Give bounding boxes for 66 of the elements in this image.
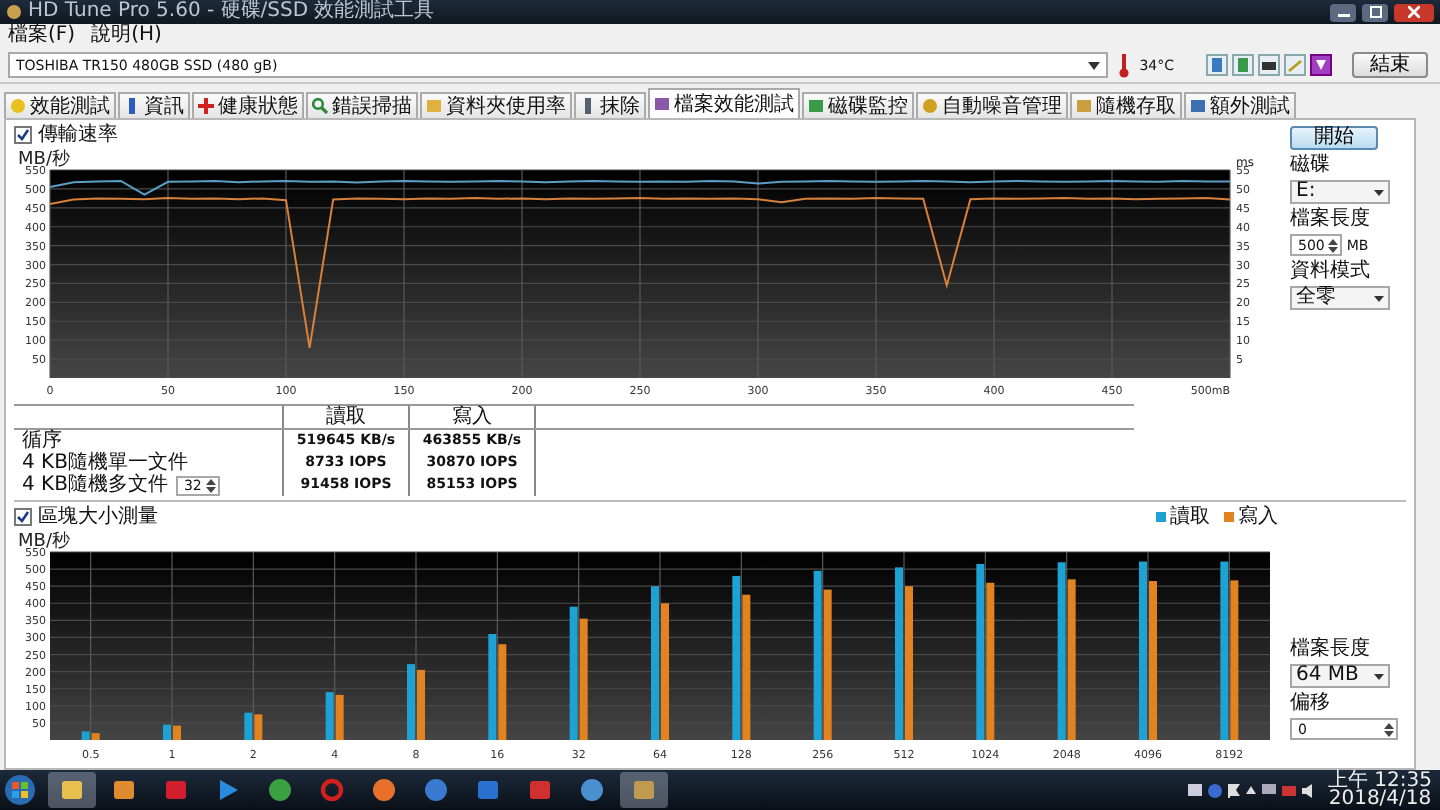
spin-arrows-icon bbox=[205, 477, 216, 493]
menu-item[interactable]: 檔案(F) bbox=[8, 24, 76, 48]
tab[interactable]: 資訊 bbox=[118, 92, 190, 118]
bulb-icon bbox=[10, 98, 26, 114]
spin-arrows-icon bbox=[1328, 237, 1339, 253]
checkbox-label: 傳輸速率 bbox=[38, 123, 118, 145]
field-label: 檔案長度 bbox=[1290, 638, 1372, 660]
tab[interactable]: 資料夾使用率 bbox=[420, 92, 572, 118]
column-header: 寫入 bbox=[410, 406, 536, 428]
field-label: 資料模式 bbox=[1290, 260, 1372, 282]
checkbox[interactable] bbox=[14, 507, 32, 525]
row-label: 循序 bbox=[22, 430, 62, 452]
legend-label: 讀取 bbox=[1170, 505, 1210, 527]
field-label: 檔案長度 bbox=[1290, 208, 1372, 230]
flag-icon[interactable] bbox=[1228, 783, 1240, 797]
maximize-icon bbox=[1369, 6, 1381, 18]
speaker-icon[interactable] bbox=[1302, 783, 1316, 797]
tab[interactable]: 磁碟監控 bbox=[802, 92, 914, 118]
thermometer-icon bbox=[1116, 53, 1132, 77]
start-button[interactable]: 開始 bbox=[1290, 126, 1378, 150]
app-icon[interactable] bbox=[476, 778, 500, 802]
checkbox-label: 區塊大小測量 bbox=[38, 505, 158, 527]
date-text: 2018/4/18 bbox=[1328, 790, 1432, 808]
tab[interactable]: 效能測試 bbox=[4, 92, 116, 118]
app-icon[interactable] bbox=[528, 778, 552, 802]
tab[interactable]: 抹除 bbox=[574, 92, 646, 118]
exit-button[interactable]: 結束 bbox=[1352, 52, 1428, 78]
tab[interactable]: 檔案效能測試 bbox=[648, 88, 800, 118]
caret-icon bbox=[1374, 673, 1384, 679]
close-icon bbox=[1408, 6, 1420, 18]
legend-label: 寫入 bbox=[1238, 505, 1278, 527]
download-icon[interactable] bbox=[1310, 54, 1332, 76]
caret-icon bbox=[1374, 189, 1384, 195]
row-label: 4 KB隨機單一文件 bbox=[22, 452, 188, 474]
app-icon[interactable] bbox=[164, 778, 188, 802]
cross-icon bbox=[198, 98, 214, 114]
tab[interactable]: 額外測試 bbox=[1184, 92, 1296, 118]
start-button[interactable] bbox=[4, 774, 36, 806]
close-button[interactable] bbox=[1394, 3, 1434, 21]
menu-item[interactable]: 說明(H) bbox=[91, 24, 162, 48]
check-icon bbox=[16, 127, 30, 141]
check-icon bbox=[16, 509, 30, 523]
window-title: HD Tune Pro 5.60 - 硬碟/SSD 效能測試工具 bbox=[28, 0, 435, 23]
maximize-button[interactable] bbox=[1362, 3, 1388, 21]
file-length-dropdown[interactable]: 64 MB bbox=[1290, 664, 1390, 688]
row-label: 4 KB隨機多文件 bbox=[22, 474, 168, 496]
minimize-button[interactable] bbox=[1330, 3, 1356, 21]
column-header: 讀取 bbox=[284, 406, 410, 428]
clock[interactable]: 上午 12:35 2018/4/18 bbox=[1328, 772, 1432, 808]
tab[interactable]: 健康狀態 bbox=[192, 92, 304, 118]
search-icon bbox=[312, 98, 328, 114]
field-label: 磁碟 bbox=[1290, 154, 1332, 176]
checkbox[interactable] bbox=[14, 125, 32, 143]
caret-icon bbox=[1374, 295, 1384, 301]
field-label: 偏移 bbox=[1290, 692, 1332, 714]
caret-icon[interactable] bbox=[1246, 786, 1256, 794]
caret-icon bbox=[1088, 61, 1101, 69]
tab[interactable]: 錯誤掃描 bbox=[306, 92, 418, 118]
time-text: 上午 12:35 bbox=[1328, 772, 1432, 790]
data-mode-dropdown[interactable]: 全零 bbox=[1290, 286, 1390, 310]
spin-arrows-icon bbox=[1384, 721, 1394, 737]
tab[interactable]: 隨機存取 bbox=[1070, 92, 1182, 118]
tab[interactable]: 自動噪音管理 bbox=[916, 92, 1068, 118]
drive-dropdown[interactable]: E: bbox=[1290, 180, 1390, 204]
ring-icon[interactable] bbox=[320, 778, 344, 802]
play-icon[interactable] bbox=[216, 778, 240, 802]
